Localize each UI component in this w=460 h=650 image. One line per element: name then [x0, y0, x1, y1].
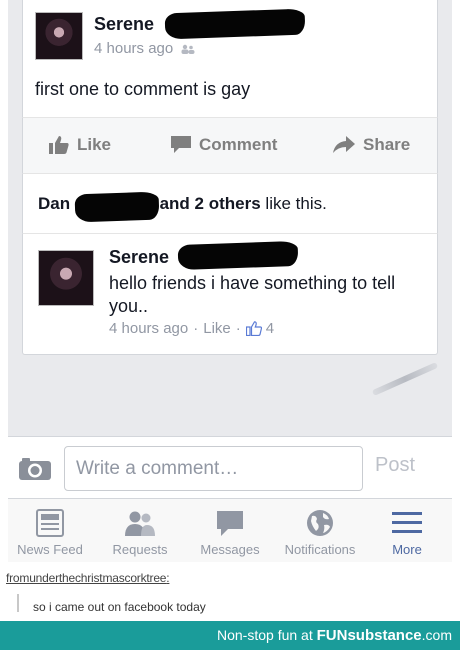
right-margin [452, 0, 460, 436]
thumbs-up-outline-icon [245, 321, 262, 336]
thumbs-up-icon [49, 136, 69, 154]
likes-summary[interactable]: Dan and 2 others like this. [22, 173, 438, 233]
tab-label: More [392, 542, 422, 557]
comment-timestamp[interactable]: 4 hours ago [109, 320, 188, 337]
tab-requests[interactable]: Requests [95, 499, 185, 563]
brand-name: FUNsubstance [316, 627, 422, 644]
camera-icon[interactable] [18, 457, 52, 481]
tab-news-feed[interactable]: News Feed [5, 499, 95, 563]
share-arrow-icon [333, 136, 355, 153]
commenter-name[interactable]: Serene [109, 247, 169, 268]
comment-composer: Post [8, 436, 452, 498]
menu-icon [392, 512, 422, 533]
like-count-value: 4 [265, 320, 275, 337]
friend-requests-icon [125, 511, 155, 536]
speech-bubble-icon [171, 136, 191, 153]
separator-dot: · [193, 320, 199, 337]
post-action-bar: Like Comment Share [22, 117, 438, 173]
redacted-liker-surname [74, 191, 160, 223]
poster-username[interactable]: fromunderthechristmascorktree: [6, 571, 170, 585]
tab-more[interactable]: More [362, 499, 452, 563]
tab-label: Requests [112, 542, 168, 557]
brand-tld: .com [421, 627, 452, 643]
quote-bar [17, 594, 19, 612]
separator-dot: · [235, 320, 241, 337]
liker-name[interactable]: Dan [38, 194, 70, 213]
tab-label: Notifications [284, 542, 356, 557]
redacted-surname [164, 8, 306, 40]
footer-text: Non-stop fun at FUNsubstance.com [217, 627, 452, 644]
tab-messages[interactable]: Messages [185, 499, 275, 563]
comment-like-count[interactable]: 4 [245, 320, 275, 337]
comment-item: Serene hello friends i have something to… [22, 233, 438, 355]
like-button[interactable]: Like [49, 135, 111, 155]
news-feed-icon [36, 509, 64, 537]
left-margin [0, 0, 8, 436]
bottom-tab-bar: News Feed Requests Messages Notification… [8, 498, 452, 562]
friends-audience-icon [181, 44, 195, 55]
post-meta: 4 hours ago [94, 40, 195, 57]
redacted-commenter-surname [177, 240, 299, 271]
comment-like-link[interactable]: Like [203, 320, 231, 337]
messages-icon [217, 511, 243, 536]
footer-prefix: Non-stop fun at [217, 627, 313, 643]
post-body: first one to comment is gay [35, 79, 251, 99]
commenter-avatar[interactable] [38, 250, 94, 306]
comment-meta: 4 hours ago · Like · 4 [109, 320, 274, 337]
comment-button[interactable]: Comment [171, 135, 277, 155]
globe-icon [307, 510, 333, 536]
watermark-footer: Non-stop fun at FUNsubstance.com [0, 621, 460, 650]
post-button[interactable]: Post [375, 454, 415, 477]
post-author-name[interactable]: Serene [94, 14, 154, 35]
likes-suffix: like this. [260, 194, 327, 213]
tab-label: News Feed [17, 542, 83, 557]
like-label: Like [77, 135, 112, 154]
share-label: Share [363, 135, 411, 154]
comment-body: hello friends i have something to tell y… [109, 273, 396, 316]
post-timestamp[interactable]: 4 hours ago [94, 40, 173, 57]
comment-input[interactable] [64, 446, 363, 491]
share-button[interactable]: Share [333, 135, 410, 155]
tab-label: Messages [200, 542, 260, 557]
likers-others[interactable]: and 2 others [160, 194, 261, 213]
comment-label: Comment [199, 135, 278, 154]
caption-text: so i came out on facebook today [33, 600, 206, 614]
author-avatar[interactable] [35, 12, 83, 60]
tab-notifications[interactable]: Notifications [275, 499, 365, 563]
